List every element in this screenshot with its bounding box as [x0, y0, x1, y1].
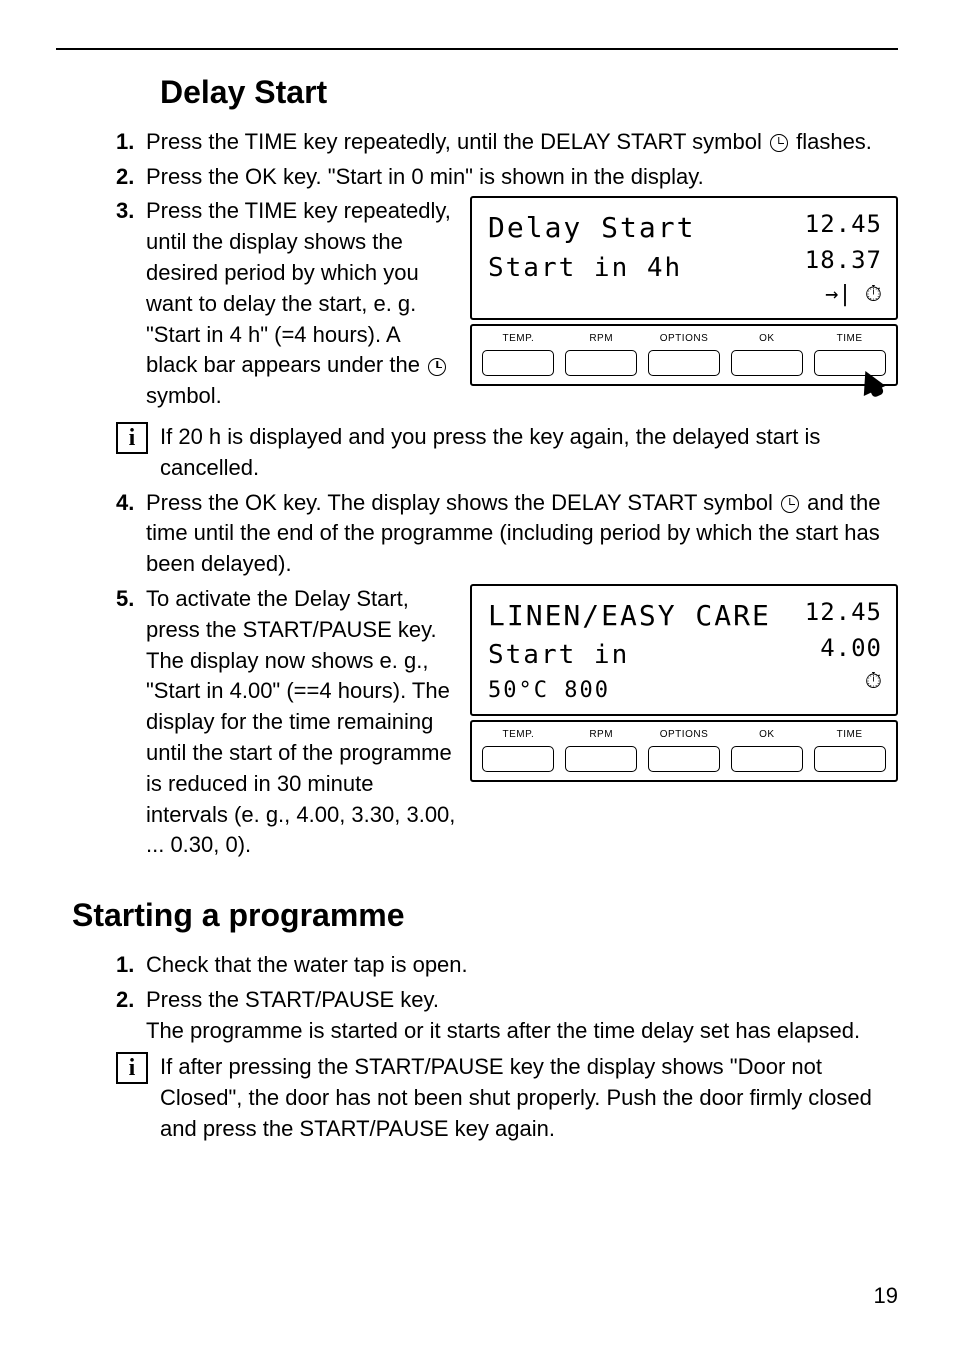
clock-icon — [770, 134, 788, 152]
options-key[interactable] — [648, 746, 720, 772]
step-text-a: Press the START/PAUSE key. — [146, 985, 898, 1016]
starting-step-2: 2. Press the START/PAUSE key. The progra… — [116, 985, 898, 1047]
step-text: Press the OK key. "Start in 0 min" is sh… — [146, 162, 898, 193]
step-text: To activate the Delay Start, press the S… — [146, 584, 456, 861]
section-title-starting: Starting a programme — [72, 893, 898, 938]
lcd-countdown: 4.00 — [820, 632, 882, 666]
display-panel-2: LINEN/EASY CARE Start in 50°C 800 12.45 … — [470, 584, 898, 865]
clock-icon — [781, 495, 799, 513]
time-key[interactable] — [814, 746, 886, 772]
display-panel-1: Delay Start Start in 4h 12.45 18.37 →| ⏱… — [470, 196, 898, 416]
lcd-line-3: 50°C 800 — [488, 676, 771, 707]
info-note-2: If after pressing the START/PAUSE key th… — [160, 1052, 898, 1144]
step-number: 1. — [116, 127, 146, 158]
temp-key[interactable] — [482, 746, 554, 772]
step-text: Press the TIME key repeatedly, until the… — [146, 196, 456, 412]
key-label-options: OPTIONS — [660, 332, 709, 346]
options-key[interactable] — [648, 350, 720, 376]
step-5: 5. To activate the Delay Start, press th… — [116, 584, 456, 861]
key-label-ok: OK — [759, 332, 774, 346]
step-number: 4. — [116, 488, 146, 580]
step-text-a: Press the TIME key repeatedly, until the… — [146, 198, 451, 377]
step-number: 5. — [116, 584, 146, 861]
step-text: Press the TIME key repeatedly, until the… — [146, 127, 898, 158]
step-text: Check that the water tap is open. — [146, 950, 898, 981]
lcd-line-1: Delay Start — [488, 208, 695, 247]
step-number: 3. — [116, 196, 146, 412]
step-5-row: 5. To activate the Delay Start, press th… — [116, 584, 898, 865]
info-icon: i — [116, 1052, 148, 1084]
lcd-line-1: LINEN/EASY CARE — [488, 596, 771, 635]
clock-icon — [428, 358, 446, 376]
step-text-a: Press the OK key. The display shows the … — [146, 490, 779, 515]
step-number: 2. — [116, 162, 146, 193]
step-3-row: 3. Press the TIME key repeatedly, until … — [116, 196, 898, 416]
lcd-line-2: Start in — [488, 637, 771, 673]
key-label-temp: TEMP. — [503, 728, 535, 742]
step-text-b: flashes. — [790, 129, 872, 154]
key-label-time: TIME — [837, 728, 863, 742]
lcd-status-icons: ⏱ — [865, 667, 882, 698]
step-text-b: symbol. — [146, 383, 222, 408]
step-text: Press the OK key. The display shows the … — [146, 488, 898, 580]
lcd-time: 12.45 — [805, 596, 882, 630]
starting-step-1: 1. Check that the water tap is open. — [116, 950, 898, 981]
section-title-delay-start: Delay Start — [160, 70, 898, 115]
step-text-b: The programme is started or it starts af… — [146, 1016, 898, 1047]
lcd-time: 12.45 — [805, 208, 882, 242]
lcd-screen: Delay Start Start in 4h 12.45 18.37 →| ⏱ — [470, 196, 898, 320]
lcd-status-icons: →| ⏱ — [825, 280, 882, 311]
step-text-a: Press the TIME key repeatedly, until the… — [146, 129, 768, 154]
key-label-time: TIME — [837, 332, 863, 346]
step-number: 1. — [116, 950, 146, 981]
lcd-screen: LINEN/EASY CARE Start in 50°C 800 12.45 … — [470, 584, 898, 716]
step-2: 2. Press the OK key. "Start in 0 min" is… — [116, 162, 898, 193]
key-label-temp: TEMP. — [503, 332, 535, 346]
key-label-rpm: RPM — [589, 332, 613, 346]
step-4: 4. Press the OK key. The display shows t… — [116, 488, 898, 580]
page-divider — [56, 48, 898, 50]
info-note-1: If 20 h is displayed and you press the k… — [160, 422, 898, 484]
step-3: 3. Press the TIME key repeatedly, until … — [116, 196, 456, 412]
key-label-rpm: RPM — [589, 728, 613, 742]
key-label-options: OPTIONS — [660, 728, 709, 742]
rpm-key[interactable] — [565, 746, 637, 772]
step-number: 2. — [116, 985, 146, 1047]
step-text: Press the START/PAUSE key. The programme… — [146, 985, 898, 1047]
lcd-end-time: 18.37 — [805, 244, 882, 278]
button-panel: TEMP. RPM OPTIONS OK TIME — [470, 324, 898, 386]
ok-key[interactable] — [731, 350, 803, 376]
ok-key[interactable] — [731, 746, 803, 772]
temp-key[interactable] — [482, 350, 554, 376]
key-label-ok: OK — [759, 728, 774, 742]
page-number: 19 — [874, 1281, 898, 1312]
info-icon: i — [116, 422, 148, 454]
button-panel: TEMP. RPM OPTIONS OK TIME — [470, 720, 898, 782]
lcd-line-2: Start in 4h — [488, 250, 695, 286]
rpm-key[interactable] — [565, 350, 637, 376]
step-1: 1. Press the TIME key repeatedly, until … — [116, 127, 898, 158]
